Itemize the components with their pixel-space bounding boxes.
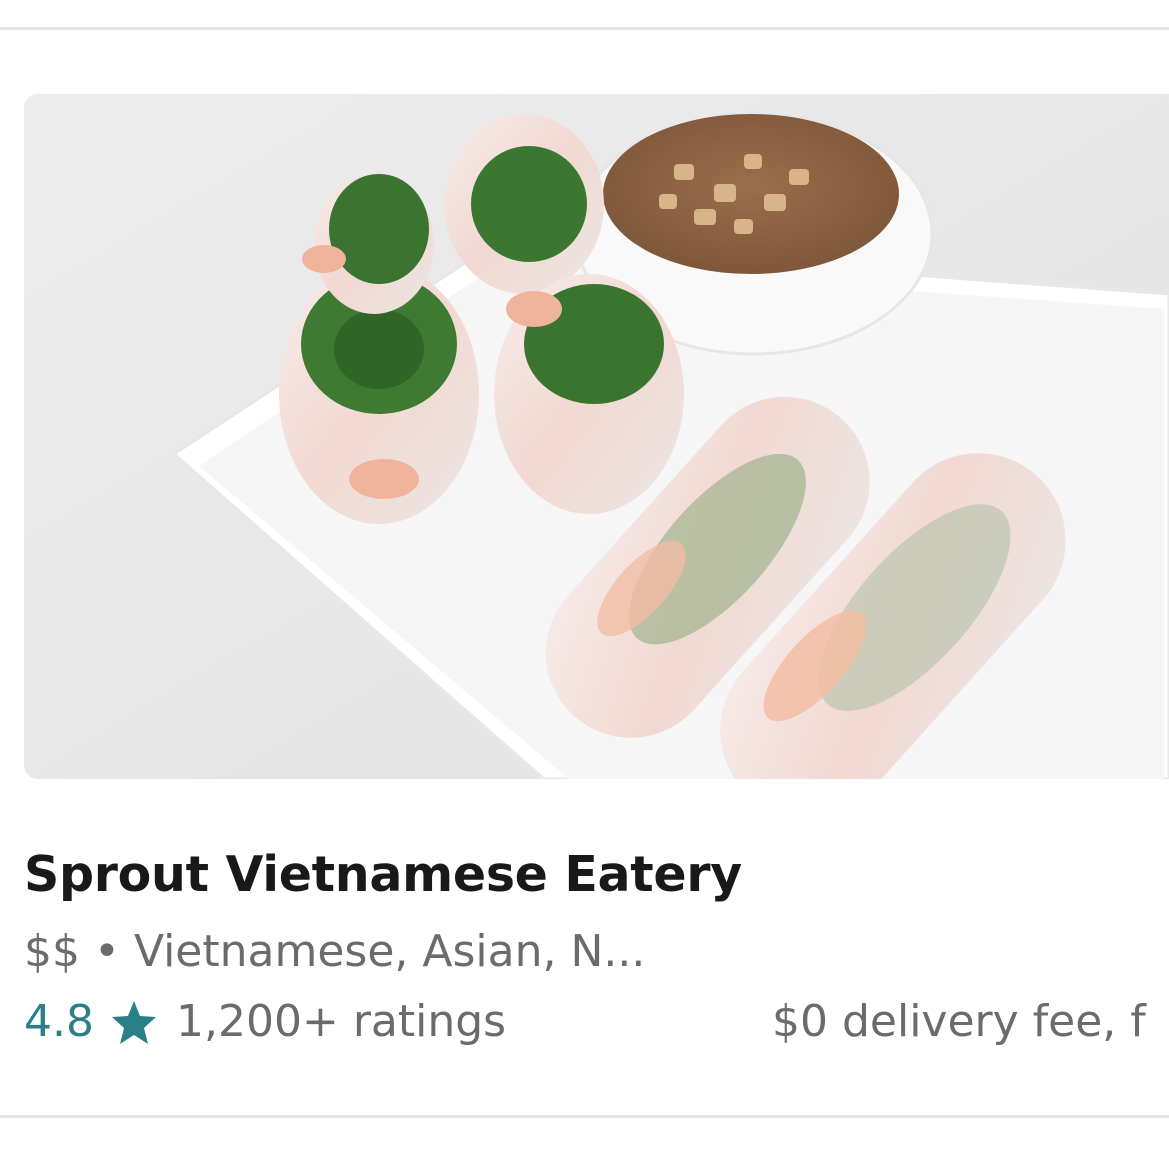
spring-rolls-image bbox=[24, 94, 1169, 779]
cuisine-list: Vietnamese, Asian, N... bbox=[133, 926, 646, 977]
bottom-divider bbox=[0, 1115, 1169, 1118]
star-icon bbox=[112, 1001, 156, 1044]
separator-dot: • bbox=[94, 926, 120, 977]
store-meta: $$ • Vietnamese, Asian, N... bbox=[24, 926, 645, 977]
rating-value: 4.8 bbox=[24, 996, 94, 1047]
store-card[interactable]: Sprout Vietnamese Eatery $$ • Vietnamese, … bbox=[0, 0, 1169, 1169]
delivery-fee: $0 delivery fee, f bbox=[772, 996, 1146, 1047]
store-photo[interactable] bbox=[24, 94, 1169, 779]
price-range: $$ bbox=[24, 926, 80, 977]
store-list-page: Sprout Vietnamese Eatery $$ • Vietnamese, … bbox=[0, 0, 1169, 1169]
ratings-count: 1,200+ ratings bbox=[176, 996, 507, 1047]
store-name[interactable]: Sprout Vietnamese Eatery bbox=[24, 846, 742, 903]
rating-row: 4.8 1,200+ ratings $0 delivery fee, f bbox=[24, 996, 1169, 1056]
